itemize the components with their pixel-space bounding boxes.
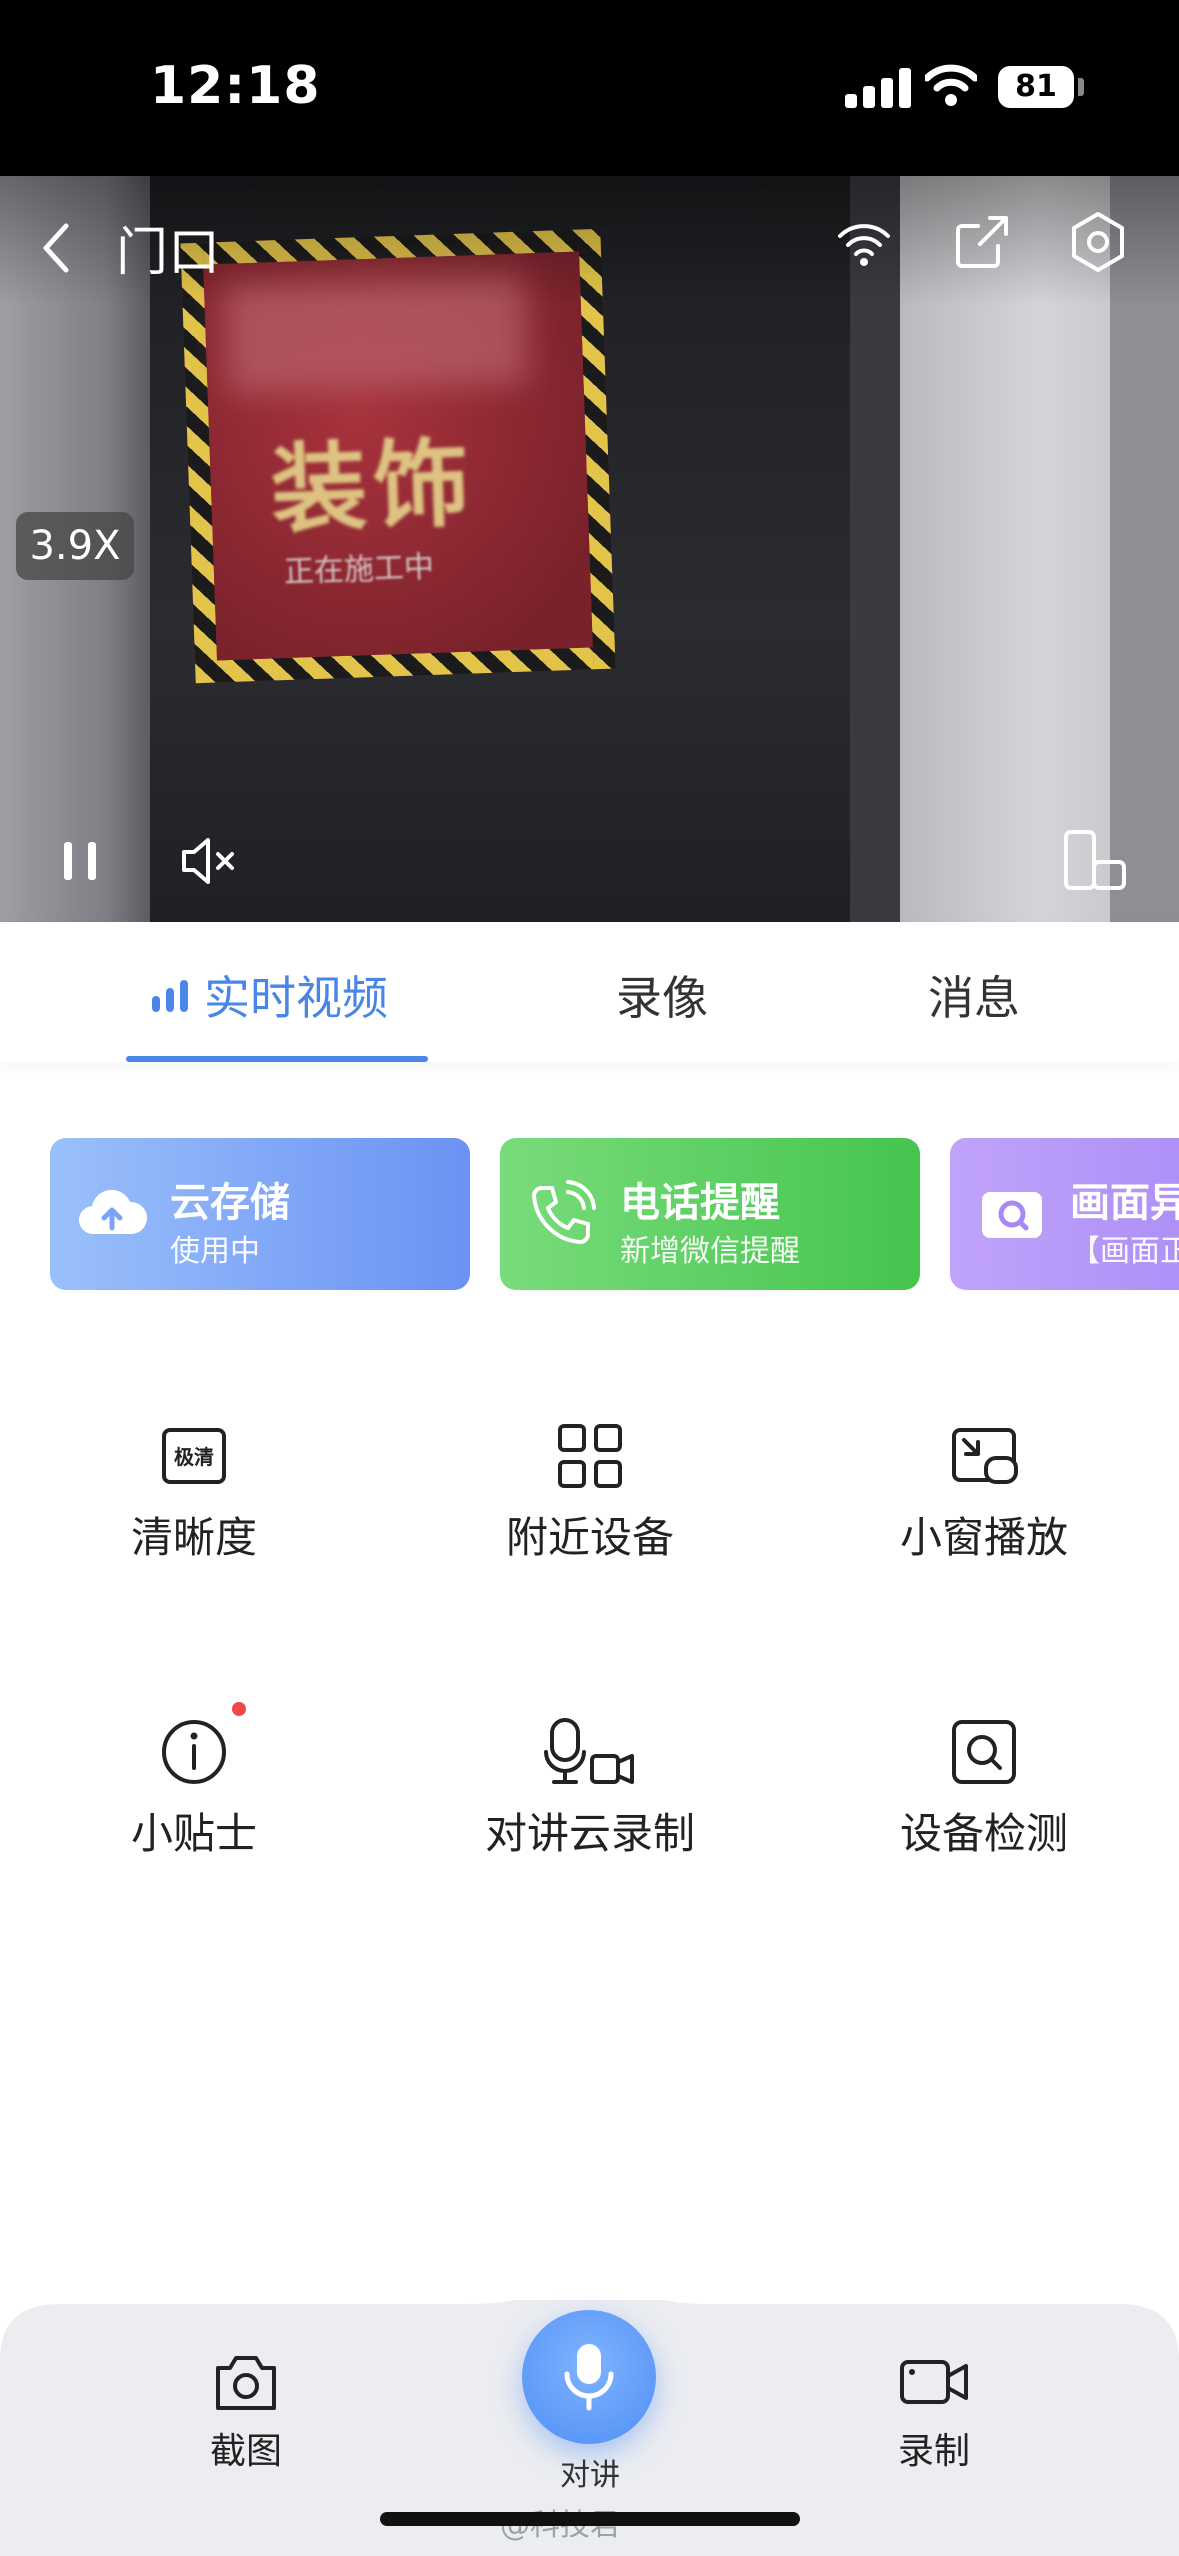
tab-recordings[interactable]: 录像 (616, 962, 708, 1028)
tab-bar: 实时视频 录像 消息 (0, 922, 1179, 1062)
cellular-signal-icon (845, 68, 911, 108)
back-icon[interactable] (34, 216, 78, 280)
grid-icon (558, 1424, 622, 1488)
screenshot-button[interactable]: 截图 (146, 2346, 346, 2474)
picture-anomaly-title: 画面异 (1070, 1180, 1179, 1226)
mute-icon[interactable] (174, 826, 244, 896)
pause-icon[interactable] (46, 826, 116, 896)
picture-anomaly-subtitle: 【画面正 (1070, 1234, 1179, 1269)
tips-button[interactable]: 小贴士 (44, 1702, 344, 1876)
video-camera-icon (900, 2360, 968, 2404)
poster-main-text: 装饰 (269, 427, 477, 547)
camera-title: 门口 (116, 223, 221, 283)
phone-alert-subtitle: 新增微信提醒 (620, 1234, 800, 1269)
status-bar: 12:18 81 (0, 0, 1179, 176)
nearby-devices-label: 附近设备 (505, 1513, 674, 1562)
settings-icon[interactable] (1066, 210, 1130, 274)
battery-nub (1078, 78, 1084, 96)
camera-icon (982, 1192, 1042, 1238)
live-bars-icon (152, 980, 192, 1012)
talk-label: 对讲 (560, 2458, 620, 2493)
device-scan-icon (952, 1720, 1016, 1784)
feature-cards: 云存储 使用中 电话提醒 新增微信提醒 画面异 【画面正 (0, 1138, 1179, 1290)
screenshot-label: 截图 (209, 2431, 282, 2472)
status-time: 12:18 (150, 56, 321, 116)
tips-label: 小贴士 (130, 1809, 257, 1858)
phone-alert-card[interactable]: 电话提醒 新增微信提醒 (500, 1138, 920, 1290)
resolution-button[interactable]: 极清 清晰度 (44, 1420, 344, 1580)
picture-anomaly-card[interactable]: 画面异 【画面正 (950, 1138, 1179, 1290)
cloud-storage-card[interactable]: 云存储 使用中 (50, 1138, 470, 1290)
microphone-icon (564, 2344, 614, 2411)
battery-indicator: 81 (998, 66, 1074, 108)
active-tab-indicator (126, 1056, 428, 1062)
home-indicator[interactable] (380, 2512, 800, 2526)
picture-in-picture-icon (952, 1428, 1018, 1484)
record-button[interactable]: 录制 (834, 2346, 1034, 2474)
record-label: 录制 (897, 2431, 970, 2472)
mini-window-button[interactable]: 小窗播放 (834, 1420, 1134, 1580)
hd-quality-icon-text: 极清 (174, 1445, 214, 1469)
mic-camera-icon (544, 1718, 634, 1784)
cloud-storage-title: 云存储 (170, 1180, 290, 1226)
live-video-view[interactable]: 装饰 正在施工中 门口 3.9X (0, 176, 1179, 922)
cloud-storage-subtitle: 使用中 (170, 1234, 260, 1269)
device-check-button[interactable]: 设备检测 (834, 1716, 1134, 1876)
phone-ring-icon (532, 1180, 596, 1244)
nearby-devices-button[interactable]: 附近设备 (440, 1420, 740, 1580)
info-icon (162, 1720, 226, 1784)
share-icon[interactable] (950, 210, 1014, 274)
mini-window-label: 小窗播放 (899, 1513, 1068, 1562)
camera-snapshot-icon (216, 2356, 276, 2410)
device-check-label: 设备检测 (899, 1809, 1068, 1858)
phone-alert-title: 电话提醒 (620, 1180, 780, 1226)
talk-cloud-record-label: 对讲云录制 (484, 1809, 695, 1858)
rotate-screen-icon[interactable] (1060, 826, 1130, 896)
cloud-upload-icon (78, 1189, 148, 1235)
wifi-icon[interactable] (832, 210, 896, 274)
hd-quality-icon: 极清 (162, 1428, 226, 1484)
talk-cloud-record-button[interactable]: 对讲云录制 (440, 1716, 740, 1876)
poster-sub-text: 正在施工中 (283, 549, 435, 591)
wifi-status-icon (925, 64, 977, 106)
tab-messages[interactable]: 消息 (928, 962, 1020, 1028)
talk-button[interactable] (522, 2310, 656, 2444)
tab-live-video[interactable]: 实时视频 (152, 962, 388, 1028)
tab-live-video-label: 实时视频 (204, 971, 388, 1025)
tips-badge-dot (232, 1702, 246, 1716)
resolution-label: 清晰度 (130, 1513, 257, 1562)
zoom-level-badge: 3.9X (16, 512, 134, 580)
